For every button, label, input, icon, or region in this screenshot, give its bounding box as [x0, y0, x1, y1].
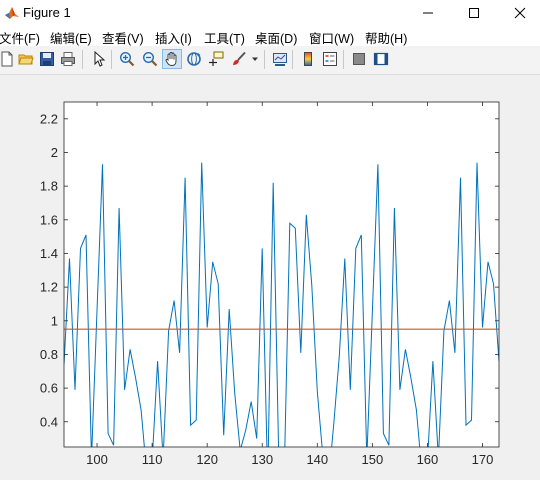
toolbar-separator: [111, 50, 112, 69]
rotate-3d-icon: [187, 52, 201, 66]
x-tick-label: 110: [142, 452, 163, 467]
close-button[interactable]: [497, 0, 540, 26]
brush-dropdown-icon: [252, 57, 258, 61]
link-plot-button[interactable]: [270, 49, 290, 69]
zoom-in-button[interactable]: [117, 49, 137, 69]
select-arrow-icon: [94, 51, 106, 67]
new-figure-icon: [1, 51, 13, 67]
axes-background: [64, 102, 499, 447]
x-tick-label: 160: [417, 452, 439, 467]
print-icon: [61, 52, 75, 66]
select-arrow-button[interactable]: [89, 49, 109, 69]
minimize-icon: [423, 12, 433, 14]
brush-dropdown-button[interactable]: [250, 49, 260, 69]
x-tick-label: 150: [362, 452, 384, 467]
pan-hand-icon: [165, 52, 177, 66]
x-tick-label: 140: [306, 452, 328, 467]
pan-button[interactable]: [162, 49, 182, 69]
save-button[interactable]: [37, 49, 57, 69]
rotate-3d-button[interactable]: [184, 49, 204, 69]
menu-window[interactable]: 窗口(W): [309, 28, 354, 47]
x-tick-label: 170: [472, 452, 494, 467]
menu-help[interactable]: 帮助(H): [365, 28, 407, 47]
menu-edit[interactable]: 编辑(E): [50, 28, 92, 47]
menu-tools[interactable]: 工具(T): [204, 28, 245, 47]
y-tick-label: 1.2: [40, 280, 58, 295]
toolbar-separator: [82, 50, 83, 69]
y-tick-label: 1.6: [40, 212, 58, 227]
y-tick-label: 2.2: [40, 111, 58, 126]
y-tick-label: 1.8: [40, 179, 58, 194]
line-chart[interactable]: 0.4 0.6 0.8 1 1.2 1.4 1.6 1.8 2 2.2 100 110 120 130 14…: [0, 75, 540, 480]
y-tick-label: 1: [51, 313, 58, 328]
open-file-button[interactable]: [16, 49, 36, 69]
y-tick-label: 0.6: [40, 381, 58, 396]
y-tick-label: 0.4: [40, 414, 58, 429]
show-plot-tools-icon: [373, 52, 389, 66]
menu-insert[interactable]: 插入(I): [155, 28, 192, 47]
menu-file[interactable]: 文件(F): [0, 28, 40, 47]
x-tick-label: 100: [86, 452, 108, 467]
figure-canvas: 0.4 0.6 0.8 1 1.2 1.4 1.6 1.8 2 2.2 100 110 120 130 14…: [0, 75, 540, 480]
link-plot-icon: [273, 53, 287, 66]
title-bar: Figure 1: [0, 0, 540, 26]
minimize-button[interactable]: [405, 0, 451, 26]
show-plot-tools-button[interactable]: [371, 49, 391, 69]
brush-button[interactable]: [229, 49, 249, 69]
legend-button[interactable]: [320, 49, 340, 69]
menu-desktop[interactable]: 桌面(D): [255, 28, 297, 47]
figure-toolbar: [0, 46, 540, 75]
maximize-button[interactable]: [451, 0, 497, 26]
menu-view[interactable]: 查看(V): [102, 28, 144, 47]
new-figure-button[interactable]: [0, 49, 17, 69]
colorbar-button[interactable]: [298, 49, 318, 69]
x-tick-label: 120: [196, 452, 218, 467]
y-tick-label: 2: [51, 145, 58, 160]
matlab-logo-icon: [5, 7, 19, 19]
x-tick-label: 130: [251, 452, 273, 467]
open-file-icon: [18, 54, 34, 65]
data-cursor-button[interactable]: [206, 49, 226, 69]
save-icon: [40, 52, 54, 66]
maximize-icon: [469, 8, 479, 18]
hide-plot-tools-button[interactable]: [349, 49, 369, 69]
zoom-in-icon: [119, 51, 135, 67]
close-icon: [514, 7, 526, 19]
hide-plot-tools-icon: [353, 53, 365, 65]
y-tick-label: 0.8: [40, 347, 58, 362]
toolbar-separator: [264, 50, 265, 69]
print-button[interactable]: [58, 49, 78, 69]
menu-bar: 文件(F) 编辑(E) 查看(V) 插入(I) 工具(T) 桌面(D) 窗口(W…: [0, 26, 540, 46]
data-cursor-icon: [209, 51, 224, 66]
window-title: Figure 1: [23, 5, 71, 20]
y-tick-label: 1.4: [40, 246, 58, 261]
colorbar-icon: [304, 52, 312, 66]
brush-icon: [233, 51, 246, 65]
zoom-out-icon: [142, 51, 158, 67]
legend-icon: [323, 52, 337, 66]
toolbar-separator: [343, 50, 344, 69]
toolbar-separator: [292, 50, 293, 69]
zoom-out-button[interactable]: [140, 49, 160, 69]
